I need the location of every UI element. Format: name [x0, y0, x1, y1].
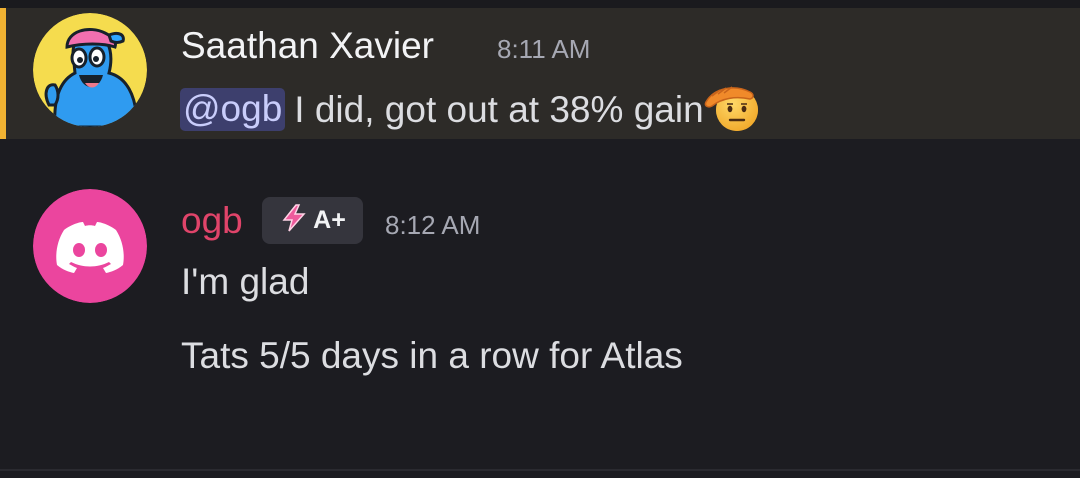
author-name[interactable]: Saathan Xavier	[181, 27, 434, 64]
badge-label: A+	[313, 206, 346, 234]
avatar-saathan-xavier[interactable]	[33, 13, 147, 127]
mention-indicator-bar	[0, 8, 6, 139]
role-badge[interactable]: A+	[262, 197, 363, 244]
message-text: I'm glad	[181, 261, 310, 302]
user-mention[interactable]: @ogb	[180, 87, 286, 131]
message-text: I did, got out at 38% gain	[294, 88, 704, 130]
message-timestamp: 8:12 AM	[385, 210, 481, 240]
cartoon-character-avatar-icon	[33, 13, 147, 127]
message-timestamp: 8:11 AM	[497, 34, 591, 64]
avatar-ogb[interactable]	[33, 189, 147, 303]
top-divider	[0, 0, 1080, 8]
lightning-bolt-icon	[279, 203, 309, 238]
author-name[interactable]: ogb	[181, 202, 243, 239]
message-content: @ogb I did, got out at 38% gain	[180, 86, 762, 132]
discord-logo-icon	[33, 189, 147, 303]
message-text: Tats 5/5 days in a row for Atlas	[181, 335, 683, 376]
saluting-face-emoji-icon[interactable]	[704, 82, 762, 132]
bottom-divider	[0, 469, 1080, 471]
